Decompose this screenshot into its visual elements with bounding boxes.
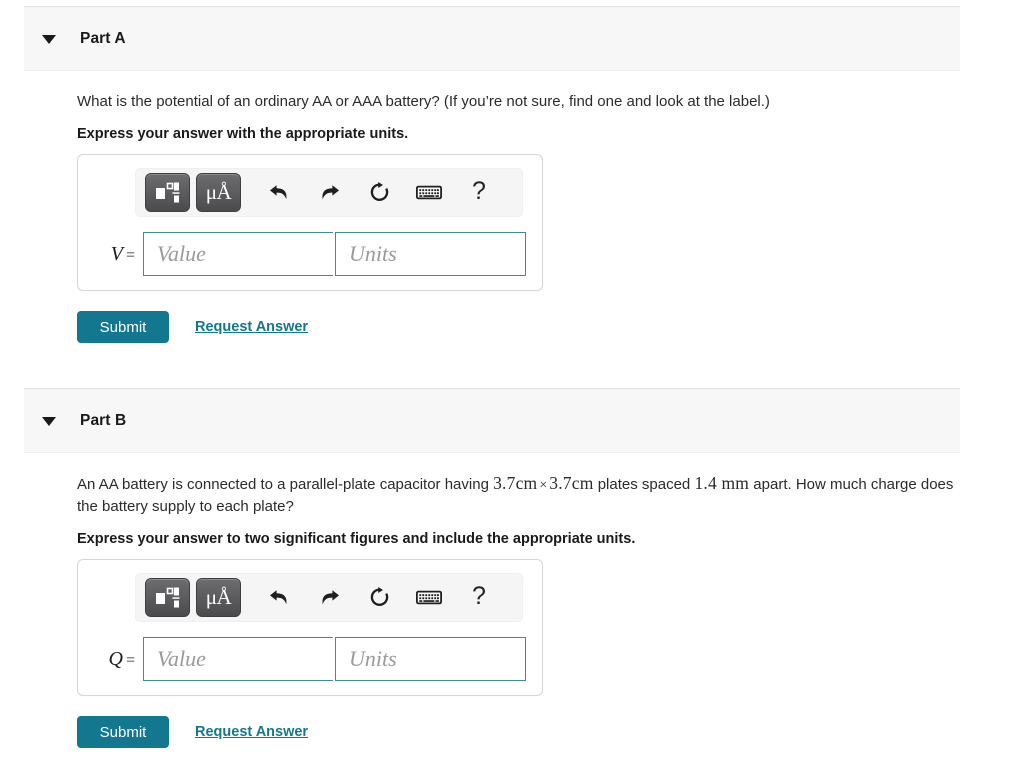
part-a-request-answer-link[interactable]: Request Answer xyxy=(195,319,308,335)
help-icon[interactable]: ? xyxy=(461,580,497,615)
value-placeholder: Value xyxy=(157,241,206,266)
question-math-spacing: 1.4 mm xyxy=(694,473,750,493)
part-b-answer-box: μÅ ? Q = Value Units xyxy=(77,559,543,696)
chevron-down-icon[interactable] xyxy=(42,35,56,44)
part-b-title: Part B xyxy=(80,411,127,429)
variable-symbol: Q xyxy=(108,647,123,670)
micro-angstrom-icon[interactable]: μÅ xyxy=(196,578,241,617)
part-a-math-toolbar: μÅ ? xyxy=(135,168,523,217)
keyboard-icon[interactable] xyxy=(411,582,447,614)
question-math-height: 3.7cm xyxy=(549,473,594,493)
part-b-body: An AA battery is connected to a parallel… xyxy=(24,453,960,748)
micro-angstrom-icon[interactable]: μÅ xyxy=(196,173,241,212)
math-template-icon[interactable] xyxy=(145,578,190,617)
keyboard-icon[interactable] xyxy=(411,177,447,209)
variable-symbol: V xyxy=(110,242,123,265)
part-b-value-input[interactable]: Value xyxy=(143,637,333,681)
question-text-segment-2: plates spaced xyxy=(593,476,695,493)
part-b-input-row: Q = Value Units xyxy=(88,637,532,681)
part-a-answer-box: μÅ ? V = Value Units xyxy=(77,154,543,291)
redo-icon[interactable] xyxy=(311,582,347,614)
reset-icon[interactable] xyxy=(361,177,397,209)
part-a-actions: Submit Request Answer xyxy=(77,311,960,343)
question-math-width: 3.7cm xyxy=(493,473,538,493)
part-b-request-answer-link[interactable]: Request Answer xyxy=(195,724,308,740)
part-a-question: What is the potential of an ordinary AA … xyxy=(77,91,960,112)
units-placeholder: Units xyxy=(349,241,397,266)
question-math-times: × xyxy=(539,478,548,493)
part-a-variable-label: V = xyxy=(93,243,143,266)
help-icon[interactable]: ? xyxy=(461,175,497,210)
part-a-instruction: Express your answer with the appropriate… xyxy=(77,126,409,142)
reset-icon[interactable] xyxy=(361,582,397,614)
part-a-section: Part A What is the potential of an ordin… xyxy=(24,6,960,343)
question-text-segment: An AA battery is connected to a parallel… xyxy=(77,476,494,493)
question-text-segment: What is the potential of an ordinary AA … xyxy=(77,93,770,110)
micro-angstrom-label: μÅ xyxy=(205,585,232,609)
micro-angstrom-label: μÅ xyxy=(205,180,232,204)
redo-icon[interactable] xyxy=(311,177,347,209)
part-b-question: An AA battery is connected to a parallel… xyxy=(77,473,960,517)
part-a-units-input[interactable]: Units xyxy=(335,232,526,276)
part-b-header[interactable]: Part B xyxy=(24,388,960,453)
part-a-value-input[interactable]: Value xyxy=(143,232,333,276)
part-b-instruction: Express your answer to two significant f… xyxy=(77,531,636,547)
part-a-header[interactable]: Part A xyxy=(24,6,960,71)
part-a-title: Part A xyxy=(80,29,126,47)
units-placeholder: Units xyxy=(349,646,397,671)
undo-icon[interactable] xyxy=(261,177,297,209)
part-b-actions: Submit Request Answer xyxy=(77,716,960,748)
equals-sign: = xyxy=(125,651,135,669)
part-b-variable-label: Q = xyxy=(93,648,143,671)
part-b-units-input[interactable]: Units xyxy=(335,637,526,681)
equals-sign: = xyxy=(125,246,135,264)
homework-question-page: Part A What is the potential of an ordin… xyxy=(0,0,1024,772)
undo-icon[interactable] xyxy=(261,582,297,614)
part-a-input-row: V = Value Units xyxy=(88,232,532,276)
part-b-submit-button[interactable]: Submit xyxy=(77,716,169,748)
part-a-body: What is the potential of an ordinary AA … xyxy=(24,71,960,343)
part-b-math-toolbar: μÅ ? xyxy=(135,573,523,622)
part-b-section: Part B An AA battery is connected to a p… xyxy=(24,388,960,748)
value-placeholder: Value xyxy=(157,646,206,671)
math-template-icon[interactable] xyxy=(145,173,190,212)
part-a-submit-button[interactable]: Submit xyxy=(77,311,169,343)
chevron-down-icon[interactable] xyxy=(42,417,56,426)
